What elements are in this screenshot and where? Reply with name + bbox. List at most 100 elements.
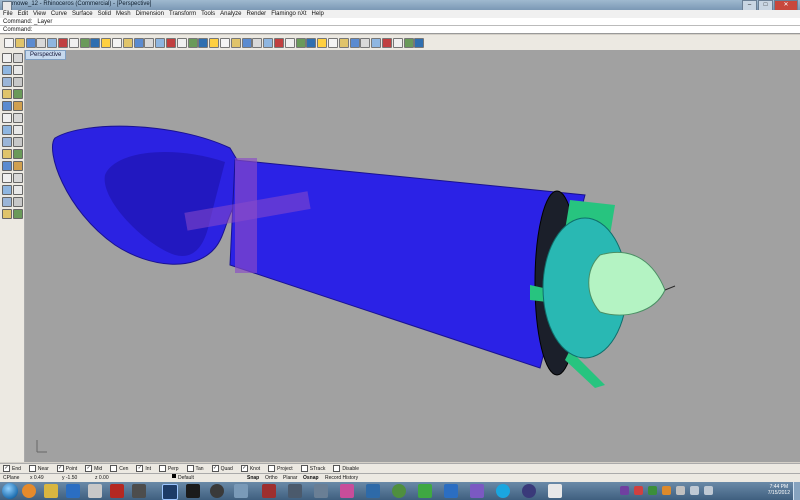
menu-mesh[interactable]: Mesh: [116, 10, 131, 18]
tray-flag-icon[interactable]: [676, 486, 685, 495]
print-icon[interactable]: [36, 38, 47, 48]
osnap-project-checkbox[interactable]: [268, 465, 276, 472]
undo-icon[interactable]: [90, 38, 101, 48]
set-view-icon[interactable]: [187, 38, 198, 48]
menu-solid[interactable]: Solid: [98, 10, 111, 18]
system-clock[interactable]: 7:44 PM 7/15/2012: [768, 484, 790, 496]
curve-icon[interactable]: [13, 65, 23, 75]
select-all-icon[interactable]: [220, 38, 230, 48]
osnap-strack-checkbox[interactable]: [300, 465, 308, 472]
app-icon-12[interactable]: [522, 484, 536, 498]
menu-analyze[interactable]: Analyze: [220, 10, 241, 18]
tray-network-icon[interactable]: [690, 486, 699, 495]
circle-icon[interactable]: [13, 77, 23, 87]
app-icon-9[interactable]: [418, 484, 432, 498]
fillet-icon[interactable]: [13, 101, 23, 111]
menu-edit[interactable]: Edit: [18, 10, 28, 18]
osnap-end-checkbox[interactable]: ✓: [3, 465, 10, 472]
paint-icon[interactable]: [88, 484, 102, 498]
menu-help[interactable]: Help: [312, 10, 324, 18]
app-icon-2[interactable]: [186, 484, 200, 498]
menu-render[interactable]: Render: [247, 10, 267, 18]
osnap-int-checkbox[interactable]: ✓: [136, 465, 144, 472]
app-icon-6[interactable]: [288, 484, 302, 498]
save-icon[interactable]: [25, 38, 36, 48]
cplane-left-icon[interactable]: [2, 209, 12, 219]
app-icon-4[interactable]: [234, 484, 248, 498]
app-icon-11[interactable]: [470, 484, 484, 498]
new-icon[interactable]: [4, 38, 14, 48]
undo-view-icon[interactable]: [176, 38, 187, 48]
light-icon[interactable]: [338, 38, 349, 48]
menu-surface[interactable]: Surface: [72, 10, 93, 18]
curve-edit-icon[interactable]: [371, 38, 382, 48]
solid-box-icon[interactable]: [2, 125, 12, 135]
tray-onenote-icon[interactable]: [620, 486, 629, 495]
osnap-cen-checkbox[interactable]: [110, 465, 118, 472]
grid-icon[interactable]: [349, 38, 360, 48]
osnap-icon[interactable]: [360, 38, 371, 48]
copy-icon[interactable]: [68, 38, 79, 48]
render-icon[interactable]: [306, 38, 317, 48]
copy-object-icon[interactable]: [13, 173, 23, 183]
show-desktop-button[interactable]: [793, 482, 800, 500]
polygon-icon[interactable]: [2, 101, 12, 111]
osnap-knot-checkbox[interactable]: ✓: [240, 465, 248, 472]
app-icon-5[interactable]: [262, 484, 276, 498]
acrobat-icon[interactable]: [110, 484, 124, 498]
redo-icon[interactable]: [101, 38, 112, 48]
osnap-cen[interactable]: Cen: [110, 464, 128, 473]
osnap-disable-checkbox[interactable]: [333, 465, 341, 472]
osnap-tan-checkbox[interactable]: [186, 465, 194, 472]
arc-icon[interactable]: [2, 77, 12, 87]
app-icon-8[interactable]: [340, 484, 354, 498]
properties-icon[interactable]: [263, 38, 274, 48]
split-icon[interactable]: [2, 149, 12, 159]
dimension-icon[interactable]: [13, 209, 23, 219]
mirror-icon[interactable]: [2, 197, 12, 207]
osnap-perp-checkbox[interactable]: [158, 465, 166, 472]
start-button[interactable]: [2, 483, 18, 499]
explorer-icon[interactable]: [44, 484, 58, 498]
osnap-disable[interactable]: Disable: [333, 464, 359, 473]
scale-icon[interactable]: [13, 185, 23, 195]
cut-icon[interactable]: [58, 38, 68, 48]
osnap-knot[interactable]: ✓ Knot: [240, 464, 260, 473]
ellipse-icon[interactable]: [13, 89, 23, 99]
osnap-point[interactable]: ✓ Point: [56, 464, 77, 473]
tray-icon-2[interactable]: [648, 486, 657, 495]
osnap-end[interactable]: ✓ End: [3, 464, 21, 473]
chrome-icon[interactable]: [392, 484, 406, 498]
zoom-icon[interactable]: [133, 38, 144, 48]
rendered-icon[interactable]: [295, 38, 306, 48]
tray-icon-1[interactable]: [634, 486, 643, 495]
points-on-icon[interactable]: [382, 38, 392, 48]
menu-dimension[interactable]: Dimension: [136, 10, 164, 18]
layer-icon[interactable]: [252, 38, 263, 48]
environment-icon[interactable]: [328, 38, 338, 48]
array-icon[interactable]: [13, 197, 23, 207]
paste-icon[interactable]: [79, 38, 90, 48]
analyze-icon[interactable]: [392, 38, 403, 48]
rectangle-icon[interactable]: [2, 89, 12, 99]
command-input[interactable]: Command:: [0, 26, 800, 34]
sphere-icon[interactable]: [13, 125, 23, 135]
zoom-extents-icon[interactable]: [155, 38, 166, 48]
join-icon[interactable]: [2, 161, 12, 171]
menu-view[interactable]: View: [33, 10, 46, 18]
firefox-icon[interactable]: [22, 484, 36, 498]
osnap-quad-checkbox[interactable]: ✓: [211, 465, 219, 472]
skype-icon[interactable]: [496, 484, 510, 498]
tray-icon-3[interactable]: [662, 486, 671, 495]
rotate-view-icon[interactable]: [122, 38, 133, 48]
media-player-icon[interactable]: [66, 484, 80, 498]
options-icon[interactable]: [403, 38, 414, 48]
osnap-mid-checkbox[interactable]: ✓: [85, 465, 93, 472]
pan-icon[interactable]: [112, 38, 122, 48]
tray-volume-icon[interactable]: [704, 486, 713, 495]
polyline-icon[interactable]: [2, 65, 12, 75]
app-icon-13[interactable]: [548, 484, 562, 498]
menu-transform[interactable]: Transform: [169, 10, 196, 18]
osnap-project[interactable]: Project: [268, 464, 293, 473]
osnap-perp[interactable]: Perp: [158, 464, 179, 473]
